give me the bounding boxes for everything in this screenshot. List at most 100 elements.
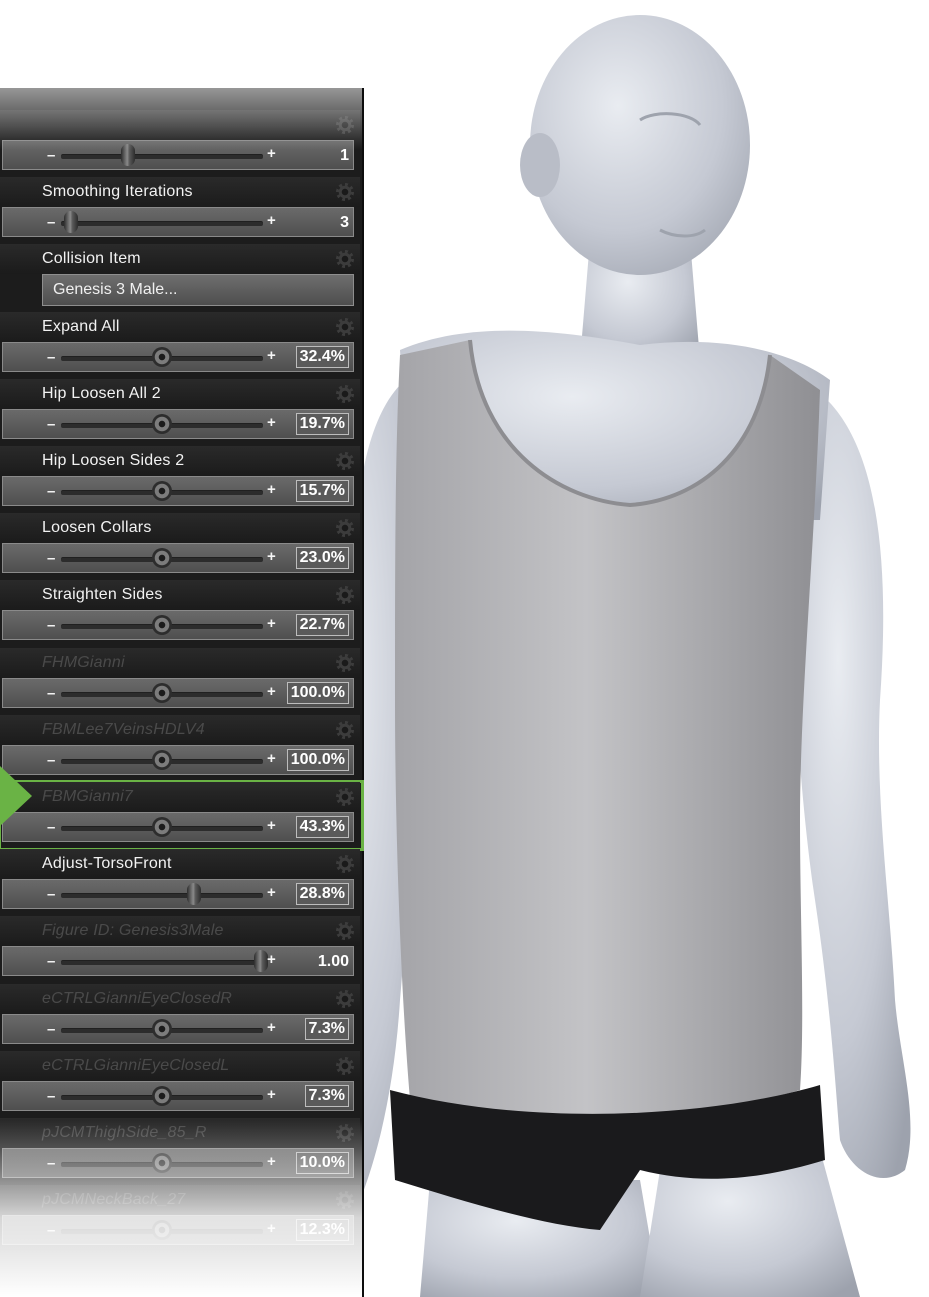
decrement-button[interactable]: –	[47, 550, 55, 567]
decrement-button[interactable]: –	[47, 886, 55, 903]
slider-track[interactable]	[61, 893, 263, 899]
parameter-row[interactable]: Hip Loosen Sides 2 – +15.7%	[0, 446, 362, 513]
collision-item-dropdown[interactable]: Genesis 3 Male...	[42, 274, 354, 307]
parameter-row[interactable]: Expand All – +32.4%	[0, 311, 362, 379]
decrement-button[interactable]: –	[47, 349, 55, 366]
decrement-button[interactable]: –	[47, 685, 55, 702]
parameter-value[interactable]: 1	[340, 147, 349, 165]
increment-button[interactable]: +	[267, 1220, 276, 1237]
gear-icon[interactable]	[336, 720, 354, 739]
slider-knob[interactable]	[152, 413, 172, 434]
parameter-row[interactable]: FHMGianni – +100.0%	[0, 647, 362, 715]
gear-icon[interactable]	[336, 116, 354, 134]
slider-knob[interactable]	[152, 1153, 172, 1173]
gear-icon[interactable]	[336, 922, 354, 941]
gear-icon[interactable]	[336, 1124, 354, 1142]
gear-icon[interactable]	[336, 586, 354, 605]
gear-icon[interactable]	[336, 519, 354, 538]
parameter-row[interactable]: eCTRLGianniEyeClosedR – +7.3%	[0, 983, 362, 1051]
parameter-slider[interactable]: – +100.0%	[2, 744, 354, 775]
parameter-row[interactable]: FBMLee7VeinsHDLV4 – +100.0%	[0, 714, 362, 782]
gear-icon[interactable]	[336, 250, 354, 269]
slider-track[interactable]	[61, 960, 263, 966]
parameter-slider[interactable]: – +1.00	[2, 946, 354, 977]
gear-icon[interactable]	[336, 788, 354, 806]
parameter-slider[interactable]: – +100.0%	[2, 677, 354, 708]
parameter-row[interactable]: Loosen Collars – +23.0%	[0, 513, 362, 580]
parameter-value[interactable]: 10.0%	[295, 1152, 349, 1174]
parameter-slider[interactable]: – +19.7%	[2, 408, 354, 439]
slider-knob[interactable]	[152, 1085, 172, 1106]
slider-knob[interactable]	[152, 346, 172, 367]
parameter-value[interactable]: 1.00	[318, 953, 349, 971]
increment-button[interactable]: +	[267, 1153, 276, 1170]
decrement-button[interactable]: –	[47, 752, 55, 769]
parameter-value[interactable]: 100.0%	[286, 748, 349, 771]
decrement-button[interactable]: –	[47, 617, 55, 634]
parameter-slider[interactable]: – +12.3%	[2, 1215, 354, 1246]
decrement-button[interactable]: –	[47, 1222, 55, 1239]
parameter-slider[interactable]: – +15.7%	[2, 476, 354, 506]
increment-button[interactable]: +	[267, 414, 276, 431]
gear-icon[interactable]	[336, 989, 354, 1008]
decrement-button[interactable]: –	[47, 1155, 55, 1172]
increment-button[interactable]: +	[267, 481, 276, 498]
parameter-value[interactable]: 3	[340, 214, 349, 232]
increment-button[interactable]: +	[267, 884, 276, 901]
parameter-slider[interactable]: – +22.7%	[2, 610, 354, 641]
gear-icon[interactable]	[336, 384, 354, 403]
decrement-button[interactable]: –	[47, 416, 55, 433]
increment-button[interactable]: +	[267, 1019, 276, 1036]
parameter-value[interactable]: 100.0%	[286, 681, 349, 704]
parameter-row[interactable]: Collision Item Genesis 3 Male...	[0, 244, 362, 311]
parameter-slider[interactable]: – +43.3%	[2, 812, 354, 842]
parameter-row[interactable]: pJCMNeckBack_27 – +12.3%	[0, 1185, 362, 1252]
slider-knob[interactable]	[253, 950, 268, 973]
increment-button[interactable]: +	[267, 1086, 276, 1103]
parameter-slider[interactable]: – +3	[2, 207, 354, 238]
gear-icon[interactable]	[336, 317, 354, 336]
slider-track[interactable]	[61, 221, 263, 227]
parameter-value[interactable]: 7.3%	[304, 1084, 349, 1107]
decrement-button[interactable]: –	[47, 819, 55, 836]
parameter-row[interactable]: Straighten Sides – +22.7%	[0, 580, 362, 647]
parameter-row[interactable]: eCTRLGianniEyeClosedL – +7.3%	[0, 1050, 362, 1118]
parameter-value[interactable]: 12.3%	[295, 1219, 349, 1242]
slider-knob[interactable]	[152, 749, 172, 770]
parameter-row[interactable]: Figure ID: Genesis3Male – +1.00	[0, 916, 362, 983]
parameter-value[interactable]: 7.3%	[304, 1017, 349, 1040]
slider-knob[interactable]	[152, 615, 172, 636]
decrement-button[interactable]: –	[47, 214, 55, 231]
parameter-value[interactable]: 22.7%	[295, 614, 349, 637]
parameter-value[interactable]: 23.0%	[295, 547, 349, 570]
slider-track[interactable]	[61, 154, 263, 159]
increment-button[interactable]: +	[267, 615, 276, 632]
increment-button[interactable]: +	[267, 347, 276, 364]
gear-icon[interactable]	[336, 1056, 354, 1075]
gear-icon[interactable]	[336, 183, 354, 202]
increment-button[interactable]: +	[267, 683, 276, 700]
gear-icon[interactable]	[336, 855, 354, 874]
slider-knob[interactable]	[152, 481, 172, 501]
parameter-row[interactable]: Adjust-TorsoFront – +28.8%	[0, 849, 362, 916]
decrement-button[interactable]: –	[47, 1021, 55, 1038]
parameter-row[interactable]: Smoothing Iterations – +3	[0, 177, 362, 244]
gear-icon[interactable]	[336, 452, 354, 470]
increment-button[interactable]: +	[267, 817, 276, 834]
parameter-value[interactable]: 19.7%	[295, 412, 349, 435]
slider-knob[interactable]	[152, 1220, 172, 1241]
decrement-button[interactable]: –	[47, 1088, 55, 1105]
gear-icon[interactable]	[336, 653, 354, 672]
parameter-slider[interactable]: – +1	[2, 140, 354, 170]
slider-knob[interactable]	[64, 211, 79, 234]
slider-knob[interactable]	[152, 1018, 172, 1039]
slider-knob[interactable]	[120, 144, 135, 166]
parameter-slider[interactable]: – +32.4%	[2, 341, 354, 372]
parameter-slider[interactable]: – +7.3%	[2, 1013, 354, 1044]
decrement-button[interactable]: –	[47, 147, 55, 164]
parameter-slider[interactable]: – +7.3%	[2, 1080, 354, 1111]
parameter-value[interactable]: 28.8%	[295, 883, 349, 906]
gear-icon[interactable]	[336, 1191, 354, 1210]
parameter-row[interactable]: – +1	[0, 110, 362, 177]
parameter-slider[interactable]: – +10.0%	[2, 1148, 354, 1178]
